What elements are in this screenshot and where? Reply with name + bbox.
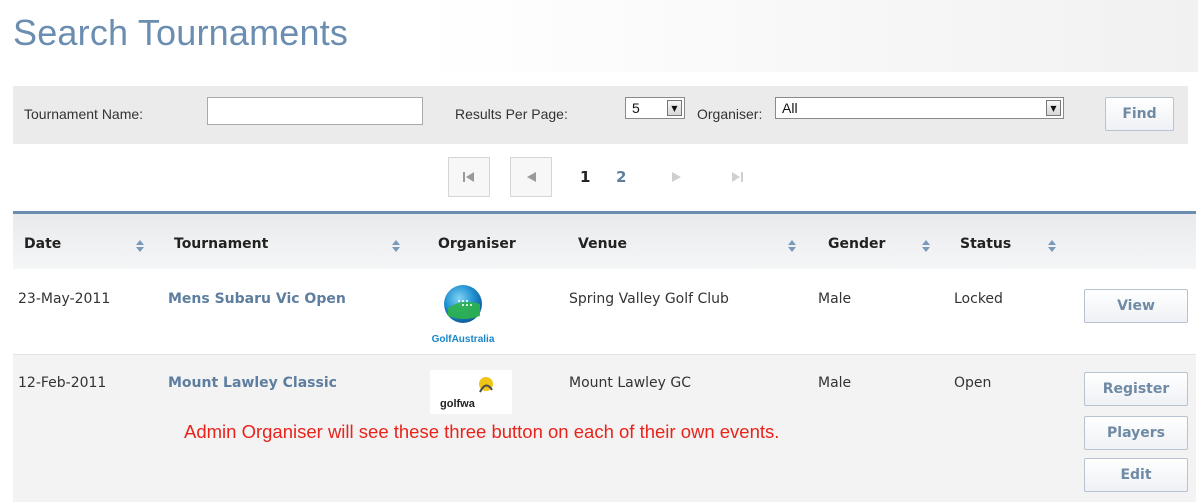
register-button[interactable]: Register bbox=[1084, 372, 1188, 406]
results-per-page-select[interactable]: 5 ▼ bbox=[625, 97, 685, 119]
tournament-link[interactable]: Mens Subaru Vic Open bbox=[168, 291, 346, 307]
sort-icon[interactable] bbox=[922, 240, 930, 252]
last-page-button[interactable] bbox=[716, 157, 758, 197]
row-gender: Male bbox=[818, 291, 852, 307]
row-date: 12-Feb-2011 bbox=[18, 375, 107, 391]
sort-icon[interactable] bbox=[392, 240, 400, 252]
sort-icon[interactable] bbox=[1048, 240, 1056, 252]
organiser-value: All bbox=[782, 100, 798, 116]
row-status: Open bbox=[954, 375, 992, 391]
page-number-link[interactable]: 2 bbox=[616, 168, 626, 186]
golf-australia-logo: GolfAustralia bbox=[432, 285, 495, 345]
column-header-venue[interactable]: Venue bbox=[578, 236, 627, 252]
page-title: Search Tournaments bbox=[13, 12, 349, 53]
first-page-icon bbox=[463, 172, 474, 182]
column-header-tournament[interactable]: Tournament bbox=[174, 236, 268, 252]
chevron-down-icon: ▼ bbox=[1046, 100, 1061, 116]
next-page-icon bbox=[672, 172, 681, 182]
column-header-status[interactable]: Status bbox=[960, 236, 1011, 252]
golfwa-logo-text: golfwa bbox=[440, 398, 476, 410]
players-button[interactable]: Players bbox=[1084, 416, 1188, 450]
column-header-date[interactable]: Date bbox=[24, 236, 61, 252]
next-page-button[interactable] bbox=[656, 157, 698, 197]
row-date: 23-May-2011 bbox=[18, 291, 111, 307]
tournament-name-label: Tournament Name: bbox=[24, 106, 144, 122]
prev-page-button[interactable] bbox=[510, 157, 552, 197]
row-venue: Mount Lawley GC bbox=[569, 375, 692, 391]
row-status: Locked bbox=[954, 291, 1003, 307]
results-per-page-value: 5 bbox=[632, 100, 640, 116]
column-header-gender[interactable]: Gender bbox=[828, 236, 885, 252]
results-per-page-label: Results Per Page: bbox=[455, 106, 568, 122]
chevron-down-icon: ▼ bbox=[667, 100, 682, 116]
organiser-select[interactable]: All ▼ bbox=[775, 97, 1064, 119]
first-page-button[interactable] bbox=[448, 157, 490, 197]
golf-australia-logo-text: GolfAustralia bbox=[432, 334, 495, 345]
column-header-organiser: Organiser bbox=[438, 236, 516, 252]
row-divider bbox=[13, 354, 1196, 355]
annotation-note: Admin Organiser will see these three but… bbox=[184, 421, 780, 442]
tournament-name-input[interactable] bbox=[207, 97, 423, 125]
tournament-link[interactable]: Mount Lawley Classic bbox=[168, 375, 337, 391]
organiser-label: Organiser: bbox=[697, 106, 763, 122]
view-button[interactable]: View bbox=[1084, 289, 1188, 323]
last-page-icon bbox=[732, 172, 743, 182]
sort-icon[interactable] bbox=[788, 240, 796, 252]
sort-icon[interactable] bbox=[136, 240, 144, 252]
golfwa-logo: golfwa bbox=[430, 370, 512, 414]
prev-page-icon bbox=[527, 172, 536, 182]
row-gender: Male bbox=[818, 375, 852, 391]
row-venue: Spring Valley Golf Club bbox=[569, 291, 729, 307]
table-row bbox=[13, 269, 1196, 354]
edit-button[interactable]: Edit bbox=[1084, 458, 1188, 492]
page-number-current[interactable]: 1 bbox=[580, 168, 590, 186]
find-button[interactable]: Find bbox=[1105, 97, 1174, 131]
